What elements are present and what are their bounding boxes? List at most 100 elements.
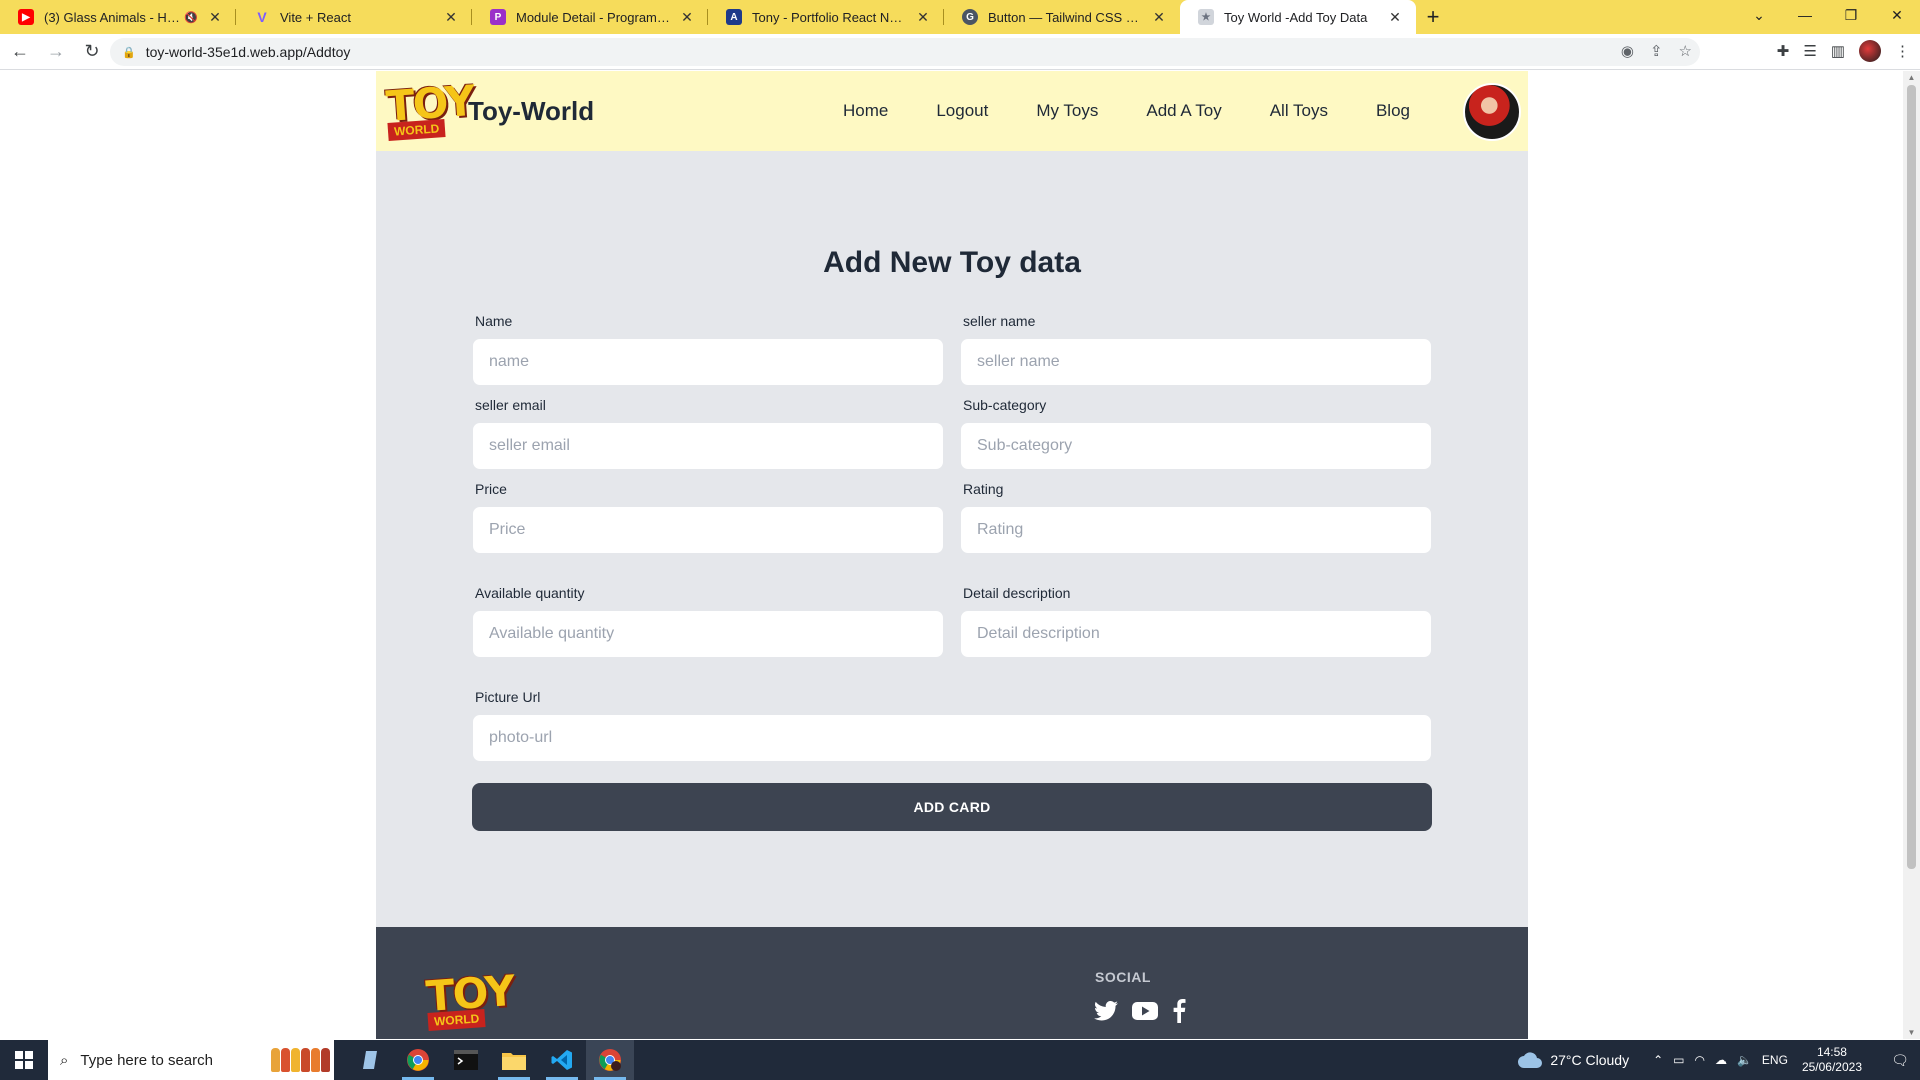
nav-blog[interactable]: Blog [1376,101,1410,121]
description-label: Detail description [963,585,1071,601]
terminal-app-icon[interactable] [442,1040,490,1080]
browser-toolbar: ← → ↻ 🔒 toy-world-35e1d.web.app/Addtoy ◉… [0,34,1920,70]
new-tab-button[interactable]: + [1416,0,1450,34]
profile-avatar[interactable] [1859,40,1881,62]
scroll-up-icon[interactable]: ▲ [1903,73,1920,82]
close-icon[interactable]: ✕ [678,9,696,26]
tab-title: Tony - Portfolio React NextJS Ten [752,9,906,25]
main-nav: Home Logout My Toys Add A Toy All Toys B… [843,71,1410,151]
lock-icon[interactable]: 🔒 [122,46,136,59]
reload-icon[interactable]: ↻ [76,36,108,68]
weather-text: 27°C Cloudy [1550,1052,1630,1068]
close-icon[interactable]: ✕ [914,9,932,26]
extensions-icon[interactable]: ✚ [1777,42,1790,60]
chrome-active-taskbar-icon[interactable] [586,1040,634,1080]
language-indicator[interactable]: ENG [1762,1053,1788,1067]
brand-name[interactable]: Toy-World [468,96,594,127]
minimize-button[interactable]: — [1782,0,1828,30]
search-highlight-icon[interactable] [271,1048,330,1072]
sub-category-input[interactable] [960,422,1432,470]
back-icon[interactable]: ← [4,36,36,68]
tab-tailwind[interactable]: G Button — Tailwind CSS Compone ✕ [944,0,1180,34]
notification-icon[interactable]: 🗨 [1880,1052,1920,1069]
add-card-button[interactable]: ADD CARD [472,783,1432,831]
facebook-icon[interactable] [1172,999,1186,1023]
windows-start-icon[interactable] [0,1040,48,1080]
battery-icon[interactable]: ▭ [1673,1053,1684,1067]
tab-toy-world[interactable]: ★ Toy World -Add Toy Data ✕ [1180,0,1416,34]
weather-widget[interactable]: 27°C Cloudy [1518,1052,1629,1068]
clock-date: 25/06/2023 [1801,1060,1862,1074]
seller-email-label: seller email [475,397,546,413]
tab-youtube[interactable]: ▶ (3) Glass Animals - Heat Wav 🔇 ✕ [0,0,236,34]
portfolio-icon: A [726,9,742,25]
volume-icon[interactable]: 🔈 [1737,1053,1752,1067]
tab-vite[interactable]: V Vite + React ✕ [236,0,472,34]
close-icon[interactable]: ✕ [206,9,224,26]
tab-title: (3) Glass Animals - Heat Wav [44,9,180,25]
windows-taskbar: ⌕ Type here to search 27°C Cloudy ⌃ ▭ ◠ … [0,1040,1920,1080]
nav-my-toys[interactable]: My Toys [1036,101,1098,121]
close-icon[interactable]: ✕ [1386,9,1404,26]
side-panel-icon[interactable]: ▥ [1831,42,1845,60]
tab-title: Toy World -Add Toy Data [1224,9,1368,25]
notes-app-icon[interactable] [346,1040,394,1080]
tab-portfolio[interactable]: A Tony - Portfolio React NextJS Ten ✕ [708,0,944,34]
description-input[interactable] [960,610,1432,658]
social-links [1094,999,1186,1023]
toy-world-logo[interactable]: TOY WORLD [384,76,475,143]
close-icon[interactable]: ✕ [1150,9,1168,26]
share-icon[interactable]: ⇪ [1650,42,1663,60]
page-viewport: TOY WORLD Toy-World Home Logout My Toys … [0,71,1903,1039]
seller-name-input[interactable] [960,338,1432,386]
vscode-icon[interactable] [538,1040,586,1080]
scroll-down-icon[interactable]: ▼ [1903,1028,1920,1037]
url-text: toy-world-35e1d.web.app/Addtoy [145,44,351,60]
youtube-icon[interactable] [1132,1001,1158,1021]
taskbar-clock[interactable]: 14:58 25/06/2023 [1802,1045,1862,1075]
close-window-button[interactable]: ✕ [1874,0,1920,30]
name-label: Name [475,313,513,329]
rating-input[interactable] [960,506,1432,554]
quantity-label: Available quantity [475,585,585,601]
restore-button[interactable]: ❐ [1828,0,1874,30]
youtube-icon: ▶ [18,9,34,25]
seller-email-input[interactable] [472,422,944,470]
menu-kebab-icon[interactable]: ⋮ [1895,42,1910,60]
close-icon[interactable]: ✕ [442,9,460,26]
speaker-muted-icon[interactable]: 🔇 [184,11,198,24]
nav-logout[interactable]: Logout [936,101,988,121]
window-controls: ⌄ — ❐ ✕ [1736,0,1920,30]
forward-icon[interactable]: → [40,36,72,68]
page-scrollbar[interactable]: ▲ ▼ [1903,71,1920,1039]
onedrive-icon[interactable]: ☁ [1715,1053,1727,1067]
nav-add-toy[interactable]: Add A Toy [1146,101,1221,121]
logo-subtext: WORLD [387,119,446,141]
picture-url-label: Picture Url [475,689,541,705]
twitter-icon[interactable] [1094,1001,1118,1021]
tab-programming-hero[interactable]: P Module Detail - Programming He ✕ [472,0,708,34]
taskbar-search-box[interactable]: ⌕ Type here to search [48,1040,334,1080]
quantity-input[interactable] [472,610,944,658]
bookmark-star-icon[interactable]: ☆ [1679,42,1692,60]
chevron-up-icon[interactable]: ⌃ [1653,1053,1663,1067]
file-explorer-icon[interactable] [490,1040,538,1080]
search-icon: ⌕ [60,1051,69,1069]
chrome-taskbar-icon[interactable] [394,1040,442,1080]
user-avatar[interactable] [1463,83,1521,141]
site-container: TOY WORLD Toy-World Home Logout My Toys … [376,71,1528,1039]
nav-home[interactable]: Home [843,101,888,121]
tailwind-icon: G [962,9,978,25]
scrollbar-thumb[interactable] [1907,85,1916,869]
tracking-icon[interactable]: ◉ [1621,42,1634,60]
price-input[interactable] [472,506,944,554]
picture-url-input[interactable] [472,714,1432,762]
name-input[interactable] [472,338,944,386]
reading-list-icon[interactable]: ☰ [1803,42,1816,60]
address-bar[interactable]: 🔒 toy-world-35e1d.web.app/Addtoy ◉ ⇪ ☆ [110,38,1700,66]
network-icon[interactable]: ◠ [1694,1053,1704,1067]
tab-search-icon[interactable]: ⌄ [1736,0,1782,30]
page-title: Add New Toy data [823,246,1081,279]
browser-tab-strip: ▶ (3) Glass Animals - Heat Wav 🔇 ✕ V Vit… [0,0,1920,34]
nav-all-toys[interactable]: All Toys [1270,101,1328,121]
